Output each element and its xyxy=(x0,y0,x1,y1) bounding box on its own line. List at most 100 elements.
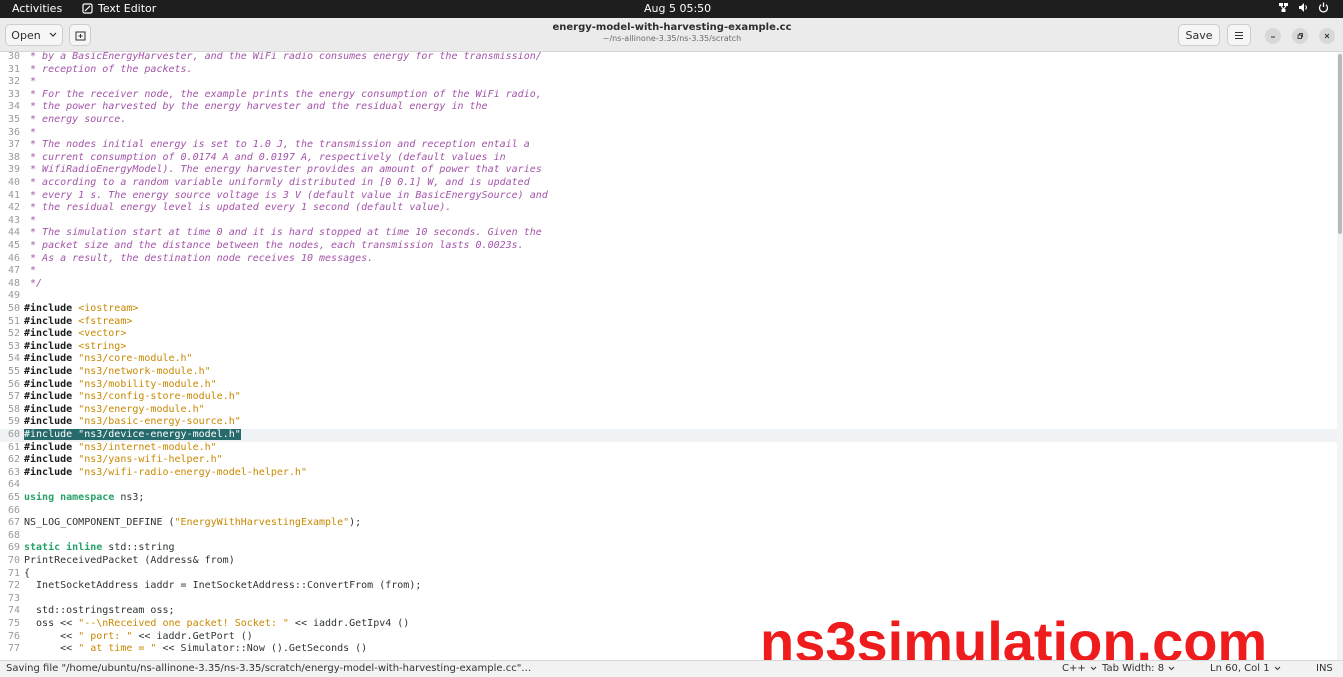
restore-button[interactable] xyxy=(1292,28,1308,44)
code-line[interactable]: 36 * xyxy=(0,127,1343,140)
code-line[interactable]: 35 * energy source. xyxy=(0,114,1343,127)
code-line[interactable]: 40 * according to a random variable unif… xyxy=(0,177,1343,190)
activities-button[interactable]: Activities xyxy=(12,2,62,15)
line-number: 70 xyxy=(7,555,20,566)
code-line[interactable]: 51 #include <fstream> xyxy=(0,316,1343,329)
code-line[interactable]: 52 #include <vector> xyxy=(0,328,1343,341)
code-line[interactable]: 72 InetSocketAddress iaddr = InetSocketA… xyxy=(0,580,1343,593)
app-menu[interactable]: Text Editor xyxy=(82,2,156,15)
code-line[interactable]: 38 * current consumption of 0.0174 A and… xyxy=(0,152,1343,165)
code-line[interactable]: 42 * the residual energy level is update… xyxy=(0,202,1343,215)
insert-mode-indicator[interactable]: INS xyxy=(1316,663,1333,674)
scrollbar-thumb[interactable] xyxy=(1338,54,1342,234)
new-tab-button[interactable] xyxy=(69,24,91,46)
code-token-string: <vector> xyxy=(78,328,127,340)
code-line[interactable]: 58 #include "ns3/energy-module.h" xyxy=(0,404,1343,417)
code-token-string: " at time = " xyxy=(78,643,157,655)
code-line[interactable]: 59 #include "ns3/basic-energy-source.h" xyxy=(0,416,1343,429)
line-number: 37 xyxy=(7,139,20,151)
code-line[interactable]: 69 static inline std::string xyxy=(0,542,1343,555)
code-token-string: " port: " xyxy=(78,630,133,642)
code-line[interactable]: 71 { xyxy=(0,568,1343,581)
code-line[interactable]: 34 * the power harvested by the energy h… xyxy=(0,101,1343,114)
line-number: 69 xyxy=(7,542,20,554)
code-line[interactable]: 46 * As a result, the destination node r… xyxy=(0,253,1343,266)
code-line[interactable]: 43 * xyxy=(0,215,1343,228)
chevron-down-icon xyxy=(1274,666,1280,671)
code-token-plain: std::ostringstream oss; xyxy=(24,605,175,617)
code-token-plain: { xyxy=(24,567,31,579)
code-token-comment: * current consumption of 0.0174 A and 0.… xyxy=(24,151,506,163)
minimize-button[interactable] xyxy=(1265,28,1281,44)
network-icon[interactable] xyxy=(1278,2,1289,16)
code-line[interactable]: 60 #include "ns3/device-energy-model.h" xyxy=(0,429,1343,442)
line-number: 57 xyxy=(7,391,20,403)
code-line[interactable]: 55 #include "ns3/network-module.h" xyxy=(0,366,1343,379)
code-editor[interactable]: 30 * by a BasicEnergyHarvester, and the … xyxy=(0,52,1343,660)
code-token-string: "ns3/wifi-radio-energy-model-helper.h" xyxy=(78,466,307,478)
line-number: 72 xyxy=(7,580,20,592)
code-line[interactable]: 30 * by a BasicEnergyHarvester, and the … xyxy=(0,52,1343,64)
code-line[interactable]: 54 #include "ns3/core-module.h" xyxy=(0,353,1343,366)
line-number: 45 xyxy=(7,240,20,251)
code-line[interactable]: 65 using namespace ns3; xyxy=(0,492,1343,505)
code-line[interactable]: 37 * The nodes initial energy is set to … xyxy=(0,139,1343,152)
code-token-plain: InetSocketAddress iaddr = InetSocketAddr… xyxy=(24,580,422,592)
code-token-comment: * the residual energy level is updated e… xyxy=(24,202,452,214)
code-line[interactable]: 50 #include <iostream> xyxy=(0,303,1343,316)
volume-icon[interactable] xyxy=(1298,2,1309,16)
code-token-string: <string> xyxy=(78,340,127,352)
code-line[interactable]: 56 #include "ns3/mobility-module.h" xyxy=(0,379,1343,392)
code-line[interactable]: 67 NS_LOG_COMPONENT_DEFINE ("EnergyWithHa… xyxy=(0,517,1343,530)
code-token-comment: * the power harvested by the energy harv… xyxy=(24,101,488,113)
code-line[interactable]: 73 xyxy=(0,593,1343,606)
code-line[interactable]: 61 #include "ns3/internet-module.h" xyxy=(0,442,1343,455)
code-token-comment: * xyxy=(24,214,37,226)
code-token-comment: * xyxy=(24,76,37,88)
line-number: 67 xyxy=(7,517,20,529)
language-selector[interactable]: C++ xyxy=(1062,663,1097,674)
code-line[interactable]: 41 * every 1 s. The energy source voltag… xyxy=(0,190,1343,203)
code-token-string: <iostream> xyxy=(78,303,139,314)
line-number: 71 xyxy=(7,567,20,579)
tab-width-label: Tab Width: 8 xyxy=(1102,663,1165,674)
code-line[interactable]: 45 * packet size and the distance betwee… xyxy=(0,240,1343,253)
save-button[interactable]: Save xyxy=(1178,24,1220,46)
power-icon[interactable] xyxy=(1318,2,1329,16)
code-line[interactable]: 57 #include "ns3/config-store-module.h" xyxy=(0,391,1343,404)
code-line[interactable]: 44 * The simulation start at time 0 and … xyxy=(0,227,1343,240)
code-line[interactable]: 64 xyxy=(0,479,1343,492)
code-line[interactable]: 66 xyxy=(0,505,1343,518)
header-bar: Open energy-model-with-harvesting-exampl… xyxy=(0,18,1343,52)
code-token-comment: * The nodes initial energy is set to 1.0… xyxy=(24,139,530,151)
code-token-comment: * xyxy=(24,126,37,138)
line-number: 76 xyxy=(7,630,20,642)
code-line[interactable]: 48 */ xyxy=(0,278,1343,291)
status-bar: Saving file "/home/ubuntu/ns-allinone-3.… xyxy=(0,660,1343,677)
line-number: 60 xyxy=(7,429,20,440)
code-line[interactable]: 68 xyxy=(0,530,1343,543)
close-button[interactable] xyxy=(1319,28,1335,44)
code-line[interactable]: 63 #include "ns3/wifi-radio-energy-model-… xyxy=(0,467,1343,480)
code-line[interactable]: 33 * For the receiver node, the example … xyxy=(0,89,1343,102)
code-line[interactable]: 32 * xyxy=(0,76,1343,89)
main-menu-button[interactable] xyxy=(1227,24,1251,46)
code-line[interactable]: 39 * WifiRadioEnergyModel). The energy h… xyxy=(0,164,1343,177)
code-line[interactable]: 47 * xyxy=(0,265,1343,278)
code-line[interactable]: 53 #include <string> xyxy=(0,341,1343,354)
tab-width-selector[interactable]: Tab Width: 8 xyxy=(1102,663,1175,674)
line-number: 59 xyxy=(7,416,20,428)
code-line[interactable]: 70 PrintReceivedPacket (Address& from) xyxy=(0,555,1343,568)
code-line[interactable]: 31 * reception of the packets. xyxy=(0,64,1343,77)
code-token-comment: * according to a random variable uniform… xyxy=(24,177,530,188)
open-button[interactable]: Open xyxy=(5,24,63,46)
code-line[interactable]: 49 xyxy=(0,290,1343,303)
cursor-position-selector[interactable]: Ln 60, Col 1 xyxy=(1210,663,1281,674)
clock[interactable]: Aug 5 05:50 xyxy=(644,2,711,15)
code-line[interactable]: 62 #include "ns3/yans-wifi-helper.h" xyxy=(0,454,1343,467)
code-token-preproc: #include xyxy=(24,366,79,377)
code-token-string: <fstream> xyxy=(78,315,133,327)
line-number: 39 xyxy=(7,164,20,176)
vertical-scrollbar[interactable] xyxy=(1337,52,1343,660)
system-tray[interactable] xyxy=(1278,2,1329,16)
